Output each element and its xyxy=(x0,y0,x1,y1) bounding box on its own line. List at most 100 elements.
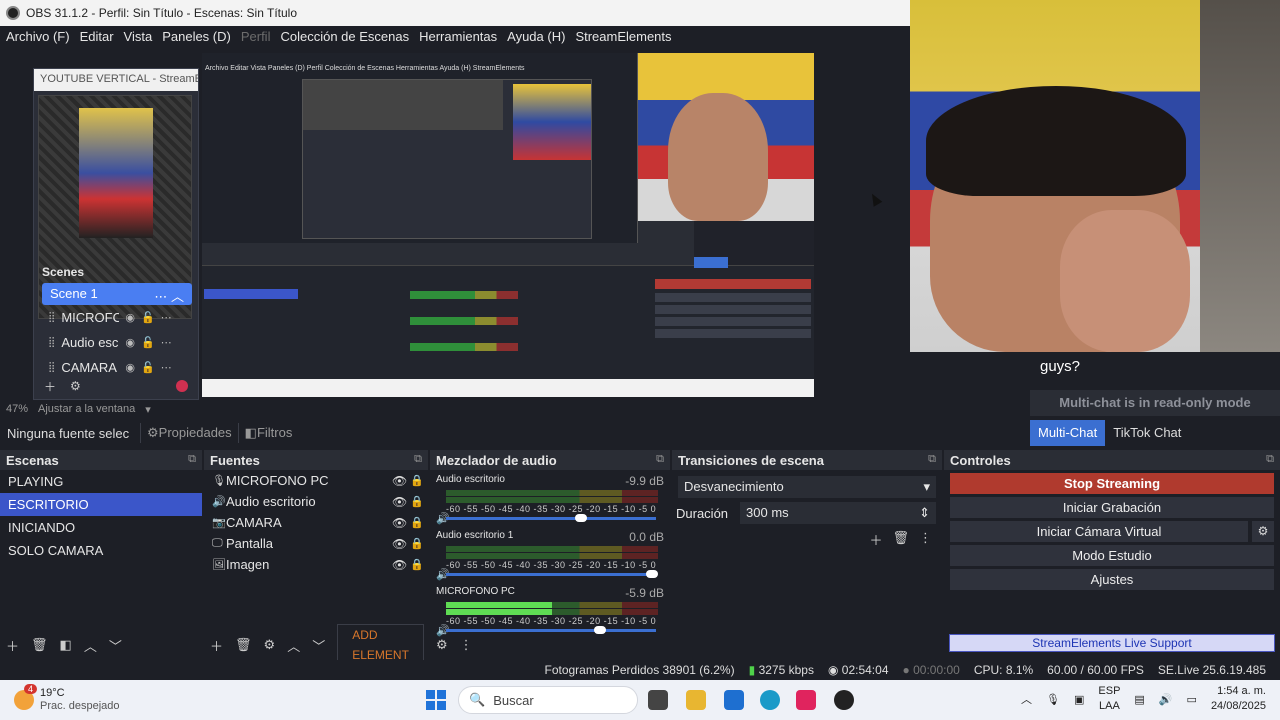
duration-input[interactable]: 300 ms ⇕ xyxy=(740,502,936,524)
more-icon[interactable]: ⋯ xyxy=(161,336,172,349)
move-down-icon[interactable]: ﹀ xyxy=(109,636,122,655)
streamelements-support-button[interactable]: StreamElements Live Support xyxy=(949,634,1275,652)
gear-icon[interactable]: ⚙ xyxy=(1252,521,1274,542)
lock-icon[interactable]: 🔓 xyxy=(141,336,155,349)
transition-select[interactable]: Desvanecimiento ▾ xyxy=(678,476,936,498)
move-up-icon[interactable]: ︿ xyxy=(287,636,300,655)
eye-icon[interactable]: 👁 xyxy=(392,516,410,530)
gear-icon[interactable]: ⚙ xyxy=(70,379,81,393)
grip-icon[interactable]: ⣿ xyxy=(48,312,55,323)
add-transition-icon[interactable]: ＋ xyxy=(869,530,882,549)
vertical-source-item[interactable]: ⣿ MICROFONO ◉ 🔓 ⋯ xyxy=(42,305,192,330)
vertical-scene-item[interactable]: Scene 1 ⋯ ︿ xyxy=(42,283,192,305)
grip-icon[interactable]: ⣿ xyxy=(48,337,55,348)
trash-icon[interactable]: 🗑 xyxy=(892,530,909,549)
microphone-icon[interactable]: 🎙 xyxy=(1046,693,1060,706)
menu-editar[interactable]: Editar xyxy=(80,29,114,44)
volume-knob[interactable] xyxy=(646,570,658,578)
source-item[interactable]: 🔊 Audio escritorio 👁 🔒 xyxy=(204,491,428,512)
lock-icon[interactable]: 🔒 xyxy=(410,495,428,508)
source-item[interactable]: 🎙 MICROFONO PC 👁 🔒 xyxy=(204,470,428,491)
grip-icon[interactable]: ⣿ xyxy=(48,362,55,373)
volume-slider[interactable] xyxy=(446,514,656,522)
source-item[interactable]: 📷 CAMARA 👁 🔒 xyxy=(204,512,428,533)
lock-icon[interactable]: 🔒 xyxy=(410,558,428,571)
lock-icon[interactable]: 🔒 xyxy=(410,516,428,529)
menu-ayuda[interactable]: Ayuda (H) xyxy=(507,29,565,44)
scene-item[interactable]: SOLO CAMARA xyxy=(0,539,202,562)
undock-icon[interactable]: ⧉ xyxy=(656,453,664,467)
tab-tiktok-chat[interactable]: TikTok Chat xyxy=(1105,420,1189,446)
stepper-icon[interactable]: ⇕ xyxy=(919,505,930,521)
eye-icon[interactable]: 👁 xyxy=(392,474,410,488)
eye-icon[interactable]: ◉ xyxy=(125,311,135,324)
battery-icon[interactable]: ▭ xyxy=(1187,693,1197,706)
fit-window-select[interactable]: Ajustar a la ventana xyxy=(38,403,135,415)
windows-start-icon[interactable] xyxy=(426,690,446,710)
start-recording-button[interactable]: Iniciar Grabación xyxy=(950,497,1274,518)
lock-icon[interactable]: 🔒 xyxy=(410,537,428,550)
taskbar-search[interactable]: 🔍 Buscar xyxy=(458,686,638,714)
studio-mode-button[interactable]: Modo Estudio xyxy=(950,545,1274,566)
gear-icon[interactable]: ⚙ xyxy=(264,637,276,653)
chevron-down-icon[interactable]: ▾ xyxy=(145,403,151,416)
virtual-camera-button[interactable]: Iniciar Cámara Virtual xyxy=(950,521,1248,542)
obs-taskbar-icon[interactable] xyxy=(834,690,854,710)
menu-archivo[interactable]: Archivo (F) xyxy=(6,29,70,44)
tab-multi-chat[interactable]: Multi-Chat xyxy=(1030,420,1106,446)
menu-perfil[interactable]: Perfil xyxy=(241,29,271,44)
filters-button[interactable]: ◧Filtros xyxy=(237,423,299,443)
undock-icon[interactable]: ⧉ xyxy=(188,453,196,467)
eye-icon[interactable]: 👁 xyxy=(392,558,410,572)
chevron-up-icon[interactable]: ⋯ ︿ xyxy=(154,286,184,304)
more-icon[interactable]: ⋮ xyxy=(919,530,932,549)
mixer-settings-icon[interactable]: ⚙ xyxy=(436,637,448,653)
properties-button[interactable]: ⚙Propiedades xyxy=(140,423,238,443)
undock-icon[interactable]: ⧉ xyxy=(414,453,422,467)
trash-icon[interactable]: 🗑 xyxy=(235,637,252,653)
move-up-icon[interactable]: ︿ xyxy=(84,636,97,655)
add-icon[interactable]: ＋ xyxy=(44,378,56,395)
volume-slider[interactable] xyxy=(446,570,658,578)
stop-streaming-button[interactable]: Stop Streaming xyxy=(950,473,1274,494)
chevron-up-icon[interactable]: ︿ xyxy=(1021,691,1032,707)
display-icon[interactable]: ▣ xyxy=(1074,693,1084,706)
lock-icon[interactable]: 🔒 xyxy=(410,474,428,487)
move-down-icon[interactable]: ﹀ xyxy=(312,636,325,655)
main-preview-canvas[interactable]: Archivo Editar Vista Paneles (D) Perfil … xyxy=(202,53,814,397)
lock-icon[interactable]: 🔓 xyxy=(141,311,155,324)
task-view-icon[interactable] xyxy=(648,690,668,710)
volume-icon[interactable]: 🔊 xyxy=(1159,693,1173,706)
language-indicator[interactable]: ESP LAA xyxy=(1098,684,1120,714)
scene-item[interactable]: INICIANDO xyxy=(0,516,202,539)
source-item[interactable]: 🖼 Imagen 👁 🔒 xyxy=(204,554,428,575)
edge-icon[interactable] xyxy=(760,690,780,710)
network-icon[interactable]: ▤ xyxy=(1134,693,1144,706)
eye-icon[interactable]: ◉ xyxy=(125,336,135,349)
settings-button[interactable]: Ajustes xyxy=(950,569,1274,590)
record-icon[interactable] xyxy=(176,380,188,392)
more-icon[interactable]: ⋮ xyxy=(460,637,473,653)
lock-icon[interactable]: 🔓 xyxy=(141,361,155,374)
add-scene-icon[interactable]: ＋ xyxy=(6,636,19,655)
trash-icon[interactable]: 🗑 xyxy=(31,637,48,653)
eye-icon[interactable]: 👁 xyxy=(392,537,410,551)
add-source-icon[interactable]: ＋ xyxy=(210,636,223,655)
source-item[interactable]: 🖵 Pantalla 👁 🔒 xyxy=(204,533,428,554)
filter-icon[interactable]: ◧ xyxy=(60,637,72,653)
volume-knob[interactable] xyxy=(574,514,587,522)
more-icon[interactable]: ⋯ xyxy=(161,361,172,374)
store-icon[interactable] xyxy=(724,690,744,710)
weather-widget[interactable]: 4 19°C Prac. despejado xyxy=(0,684,200,713)
eye-icon[interactable]: ◉ xyxy=(125,361,135,374)
undock-icon[interactable]: ⧉ xyxy=(1266,453,1274,467)
tiktok-icon[interactable] xyxy=(796,690,816,710)
menu-streamelements[interactable]: StreamElements xyxy=(575,29,671,44)
menu-coleccion[interactable]: Colección de Escenas xyxy=(280,29,409,44)
menu-paneles[interactable]: Paneles (D) xyxy=(162,29,231,44)
more-icon[interactable]: ⋯ xyxy=(161,311,172,324)
eye-icon[interactable]: 👁 xyxy=(392,495,410,509)
file-explorer-icon[interactable] xyxy=(686,690,706,710)
vertical-source-item[interactable]: ⣿ Audio esc ◉ 🔓 ⋯ xyxy=(42,330,192,355)
scene-item[interactable]: ESCRITORIO xyxy=(0,493,202,516)
